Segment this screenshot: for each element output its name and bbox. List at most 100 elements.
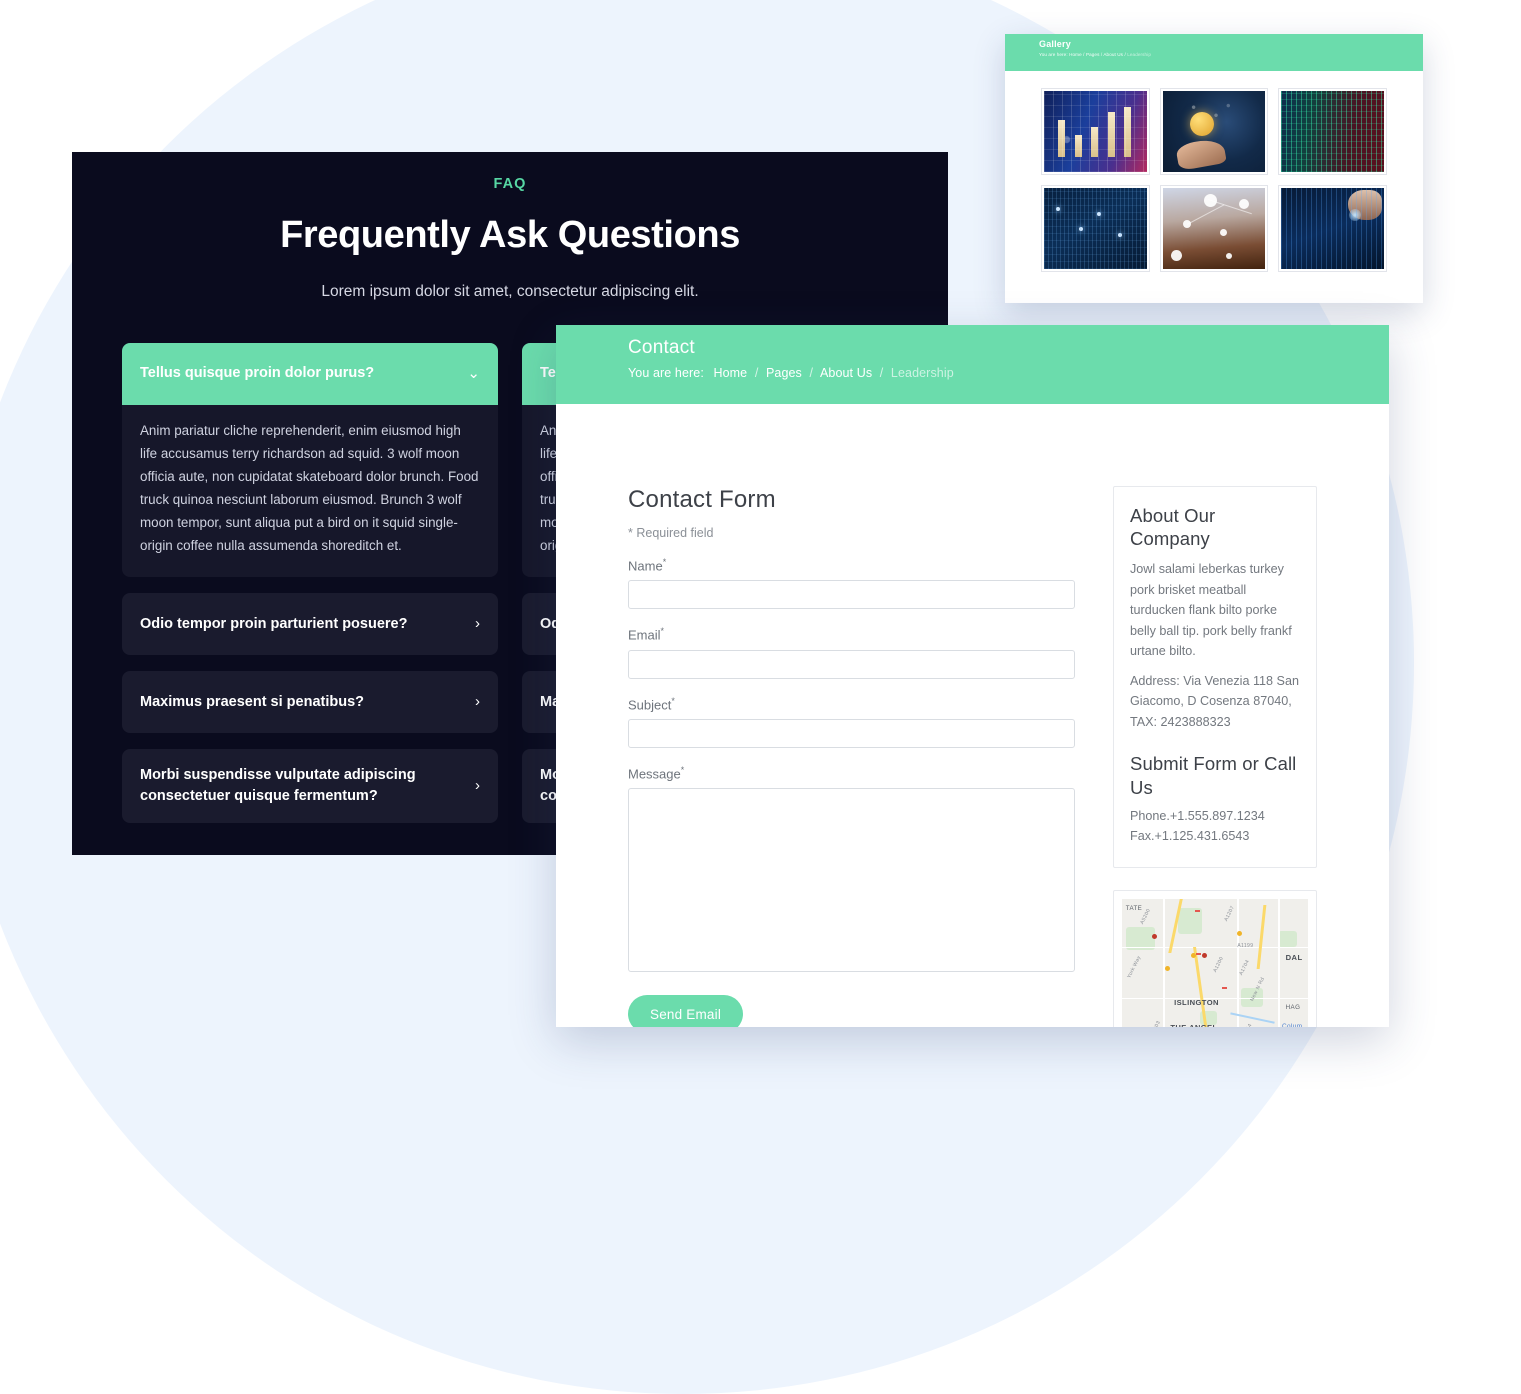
contact-window: Contact You are here: Home / Pages / Abo…: [556, 325, 1389, 1027]
message-textarea[interactable]: [628, 788, 1075, 973]
green-data-matrix-image: [1281, 91, 1384, 172]
contact-sidebar: About Our Company Jowl salami leberkas t…: [1113, 486, 1317, 1027]
required-star: *: [671, 695, 675, 706]
hand-holding-coin-network-image: [1162, 91, 1266, 172]
required-star: *: [662, 557, 667, 567]
faq-answer-text: Anim pariatur cliche reprehenderit, enim…: [140, 423, 479, 554]
send-email-button[interactable]: Send Email: [628, 995, 744, 1027]
company-address-text: Address: Via Venezia 118 San Giacomo, D …: [1130, 673, 1299, 729]
map-road-york-way: York Way: [1126, 955, 1143, 980]
gallery-thumb-4[interactable]: [1041, 185, 1150, 272]
chevron-right-icon[interactable]: ›: [475, 616, 480, 631]
gallery-header: Gallery You are here: Home / Pages / Abo…: [1005, 34, 1423, 71]
faq-question-text: Tellus quisque proin dolor purus?: [140, 365, 375, 382]
name-input[interactable]: [628, 580, 1075, 610]
map-road-b144: B144: [1242, 1023, 1253, 1027]
gallery-window: Gallery You are here: Home / Pages / Abo…: [1005, 34, 1423, 303]
faq-item: Tellus quisque proin dolor purus? ⌄ Anim p…: [122, 343, 498, 578]
faq-question-toggle[interactable]: Tellus quisque proin dolor purus? ⌄: [122, 343, 498, 405]
contact-page-title: Contact: [628, 337, 695, 358]
faq-question-text: Odio tempor proin parturient posuere?: [140, 615, 408, 632]
faq-question-toggle[interactable]: Morbi suspendisse vulputate adipiscing c…: [122, 749, 498, 824]
gallery-breadcrumb: You are here: Home / Pages / About Us / …: [1039, 52, 1389, 57]
touch-glow: [1349, 209, 1362, 222]
breadcrumb-prefix: You are here:: [1039, 52, 1068, 57]
gallery-thumb-1[interactable]: [1041, 88, 1150, 175]
contact-form-column: Contact Form * Required field Name* Emai…: [628, 486, 1075, 1027]
breadcrumb-link-pages[interactable]: Pages: [1086, 52, 1100, 57]
gallery-title: Gallery: [1039, 39, 1071, 49]
breadcrumb-separator: /: [879, 366, 884, 380]
about-company-text: Jowl salami leberkas turkey pork brisket…: [1130, 562, 1292, 659]
about-company-card: About Our Company Jowl salami leberkas t…: [1113, 486, 1317, 868]
faq-question-text: Maximus praesent si penatibus?: [140, 693, 365, 710]
faq-question-text: Morbi suspendisse vulputate adipiscing c…: [140, 767, 416, 805]
page-title: Frequently Ask Questions: [280, 214, 740, 256]
faq-subtitle: Lorem ipsum dolor sit amet, consectetur …: [321, 283, 699, 300]
contact-form-heading: Contact Form: [628, 486, 776, 513]
contact-body: Contact Form * Required field Name* Emai…: [556, 404, 1389, 1027]
breadcrumb-current: Leadership: [1127, 52, 1151, 57]
faq-item: Morbi suspendisse vulputate adipiscing c…: [122, 749, 498, 824]
contact-breadcrumb: You are here: Home / Pages / About Us / …: [628, 366, 1317, 380]
email-label-text: Email: [628, 627, 661, 643]
breadcrumb-separator: /: [1083, 52, 1085, 57]
required-field-note: * Required field: [628, 526, 714, 540]
map-label-tate: TATE: [1125, 905, 1143, 913]
breadcrumb-prefix: You are here:: [628, 366, 704, 380]
message-label-text: Message: [628, 766, 681, 782]
fax-text: Fax.+1.125.431.6543: [1130, 829, 1250, 844]
map-road-a1704: A1704: [1238, 959, 1251, 977]
hand-touching-stock-graph-image: [1281, 188, 1384, 269]
about-company-heading: About Our Company: [1130, 505, 1216, 550]
faq-item: Odio tempor proin parturient posuere? ›: [122, 593, 498, 656]
city-night-network-image: [1162, 188, 1266, 269]
chevron-right-icon[interactable]: ›: [475, 778, 480, 793]
gallery-thumb-5[interactable]: [1159, 185, 1269, 272]
chevron-down-icon[interactable]: ⌄: [467, 366, 480, 381]
gallery-thumb-6[interactable]: [1278, 185, 1387, 272]
map-label-dal: DAL: [1285, 953, 1303, 963]
faq-eyebrow: FAQ: [493, 176, 527, 192]
map-road-a1199: A1199: [1237, 943, 1254, 950]
breadcrumb-link-home[interactable]: Home: [713, 366, 747, 380]
subject-label: Subject*: [628, 696, 1075, 712]
breadcrumb-link-pages[interactable]: Pages: [766, 366, 802, 380]
phone-text: Phone.+1.555.897.1234: [1130, 808, 1265, 823]
faq-question-toggle[interactable]: Maximus praesent si penatibus? ›: [122, 671, 498, 734]
email-input[interactable]: [628, 649, 1075, 679]
faq-question-toggle[interactable]: Odio tempor proin parturient posuere? ›: [122, 593, 498, 656]
faq-item: Maximus praesent si penatibus? ›: [122, 671, 498, 734]
map-label-colum: Colum: [1281, 1023, 1303, 1027]
breadcrumb-separator: /: [1124, 52, 1126, 57]
map-label-the-angel: THE ANGEL: [1170, 1023, 1217, 1027]
map-road-a1200: A1200: [1212, 955, 1225, 974]
required-star: *: [680, 764, 685, 775]
breadcrumb-current: Leadership: [890, 366, 954, 380]
name-label: Name*: [628, 557, 1075, 573]
breadcrumb-link-about-us[interactable]: About Us: [820, 366, 872, 380]
map-card[interactable]: TATE ISLINGTON THE ANGEL PENTONVILLE DAL…: [1113, 889, 1317, 1027]
email-label: Email*: [628, 626, 1075, 642]
subject-input[interactable]: [628, 718, 1075, 748]
gallery-thumb-2[interactable]: [1159, 88, 1269, 175]
required-star: *: [660, 626, 665, 637]
subject-label-text: Subject: [628, 696, 672, 712]
map-road-a5203: A5203: [1149, 1020, 1162, 1027]
map-label-islington: ISLINGTON: [1174, 997, 1219, 1007]
chevron-right-icon[interactable]: ›: [475, 694, 480, 709]
gallery-grid: [1005, 71, 1423, 289]
submit-or-call-heading: Submit Form or Call Us: [1130, 753, 1297, 798]
map-road-a1207: A1207: [1223, 904, 1237, 923]
faq-answer-panel: Anim pariatur cliche reprehenderit, enim…: [122, 405, 498, 578]
chart-bars: [1044, 91, 1147, 172]
breadcrumb-separator: /: [809, 366, 814, 380]
gallery-thumb-3[interactable]: [1278, 88, 1387, 175]
map-label-hag: HAG: [1285, 1004, 1301, 1012]
breadcrumb-link-about-us[interactable]: About Us: [1103, 52, 1123, 57]
location-map[interactable]: TATE ISLINGTON THE ANGEL PENTONVILLE DAL…: [1122, 898, 1308, 1027]
name-label-text: Name: [628, 558, 663, 574]
breadcrumb-link-home[interactable]: Home: [1069, 52, 1082, 57]
breadcrumb-separator: /: [754, 366, 759, 380]
